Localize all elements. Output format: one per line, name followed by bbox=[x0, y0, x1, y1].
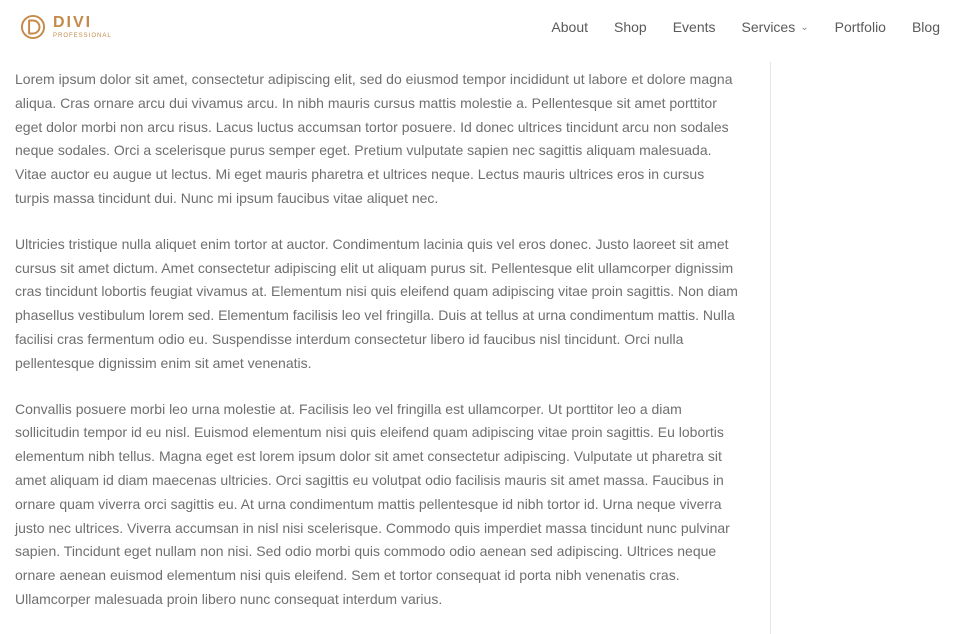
nav-blog[interactable]: Blog bbox=[912, 19, 940, 35]
chevron-down-icon: ⌄ bbox=[800, 22, 808, 33]
nav-services[interactable]: Services ⌄ bbox=[742, 19, 809, 35]
logo[interactable]: DIVI PROFESSIONAL bbox=[20, 14, 112, 40]
paragraph-1: Lorem ipsum dolor sit amet, consectetur … bbox=[15, 68, 740, 211]
sidebar bbox=[770, 62, 940, 634]
nav-services-label: Services bbox=[742, 19, 796, 35]
main-nav: About Shop Events Services ⌄ Portfolio B… bbox=[551, 19, 940, 35]
logo-name: DIVI bbox=[53, 15, 112, 31]
paragraph-3: Convallis posuere morbi leo urna molesti… bbox=[15, 398, 740, 612]
nav-events[interactable]: Events bbox=[673, 19, 716, 35]
page-body: Lorem ipsum dolor sit amet, consectetur … bbox=[0, 50, 960, 634]
logo-subtitle: PROFESSIONAL bbox=[53, 33, 112, 39]
logo-icon bbox=[20, 14, 46, 40]
main-content: Lorem ipsum dolor sit amet, consectetur … bbox=[15, 68, 770, 634]
nav-shop[interactable]: Shop bbox=[614, 19, 647, 35]
site-header: DIVI PROFESSIONAL About Shop Events Serv… bbox=[0, 0, 960, 50]
paragraph-2: Ultricies tristique nulla aliquet enim t… bbox=[15, 233, 740, 376]
nav-portfolio[interactable]: Portfolio bbox=[835, 19, 886, 35]
nav-about[interactable]: About bbox=[551, 19, 588, 35]
logo-text: DIVI PROFESSIONAL bbox=[53, 15, 112, 39]
